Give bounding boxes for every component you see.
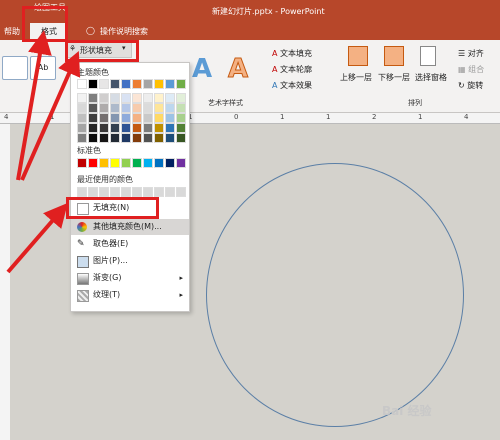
annotation-arrows (6, 30, 81, 274)
watermark: Bai 经验 (382, 404, 432, 418)
arrow-to-no-fill (6, 202, 68, 274)
